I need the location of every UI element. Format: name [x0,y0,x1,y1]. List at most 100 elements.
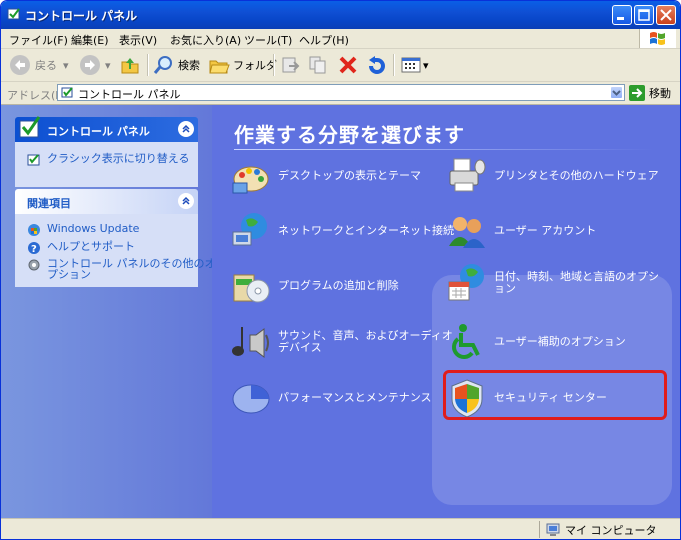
back-arrow-icon [10,55,30,75]
address-value: コントロール パネル [78,88,181,101]
menu-bar: ファイル(F) 編集(E) 表示(V) お気に入り(A) ツール(T) ヘルプ(… [1,29,680,49]
undo-button[interactable] [365,53,387,77]
my-computer-icon [546,523,560,536]
collapse-button[interactable] [178,193,194,209]
switch-classic-view-link[interactable]: クラシック表示に切り替える [27,153,189,167]
menu-tools[interactable]: ツール(T) [244,32,292,48]
delete-icon [339,56,357,74]
category-desktop-themes[interactable]: デスクトップの表示とテーマ [230,155,421,197]
category-printers-hardware[interactable]: プリンタとその他のハードウェア [446,155,659,197]
printer-icon [449,158,486,192]
category-accessibility[interactable]: ユーザー補助のオプション [446,321,626,363]
accessibility-icon [452,324,480,359]
delete-button[interactable] [337,53,359,77]
control-panel-window: コントロール パネル ファイル(F) 編集(E) 表示(V) お気に入り(A) … [0,0,681,540]
views-button[interactable]: ▾ [400,53,429,77]
performance-icon [232,384,270,414]
category-add-remove-programs[interactable]: プログラムの追加と削除 [230,265,399,307]
category-label-line2: デバイス [278,341,322,354]
go-arrow-icon [629,85,645,101]
svg-text:?: ? [31,244,37,255]
category-user-accounts[interactable]: ユーザー アカウント [446,210,596,252]
control-panel-icon [7,8,20,20]
menu-favorites[interactable]: お気に入り(A) [170,32,241,48]
copy-to-button[interactable] [307,53,329,77]
back-button[interactable]: 戻る ▾ [9,53,69,77]
forward-dropdown-icon[interactable]: ▾ [105,59,111,72]
window-title: コントロール パネル [25,9,138,23]
gear-icon [28,259,40,271]
category-performance-maintenance[interactable]: パフォーマンスとメンテナンス [230,377,432,419]
minimize-button[interactable] [612,5,632,25]
toolbar-separator [273,54,275,76]
category-label: パフォーマンスとメンテナンス [278,391,432,404]
collapse-button[interactable] [178,121,194,137]
views-dropdown-icon[interactable]: ▾ [423,59,429,72]
menu-edit[interactable]: 編集(E) [71,32,109,48]
chevron-up-double-icon [182,124,190,133]
category-label: プリンタとその他のハードウェア [494,169,659,182]
control-panel-large-icon [19,116,41,138]
minimize-icon [617,17,624,20]
category-date-time-language[interactable]: 日付、時刻、地域と言語のオプシ ョン [446,262,659,304]
menu-file[interactable]: ファイル(F) [9,32,68,48]
panel-header[interactable]: 関連項目 [15,189,198,214]
category-sound-audio[interactable]: サウンド、音声、およびオーディオ デバイス [230,321,453,363]
sound-icon [232,327,269,358]
toolbar-separator [393,54,395,76]
maximize-icon [638,9,650,21]
menu-help[interactable]: ヘルプ(H) [299,32,349,48]
go-button[interactable]: 移動 [629,85,671,101]
see-also-panel: 関連項目 Windows Update ? ヘルプとサポート コントロール パネ… [15,189,216,287]
move-to-button[interactable] [279,53,301,77]
panel-body: Windows Update ? ヘルプとサポート コントロール パネルのその他… [15,214,216,287]
maximize-button[interactable] [634,5,654,25]
up-folder-button[interactable] [119,53,141,77]
help-icon: ? [28,242,40,255]
other-options-link[interactable]: コントロール パネルのその他のオ プション [27,258,216,280]
link-label: クラシック表示に切り替える [47,152,190,165]
title-bar[interactable]: コントロール パネル [1,1,680,29]
category-label: プログラムの追加と削除 [278,279,399,292]
chevron-up-double-icon [182,196,190,205]
task-pane: コントロール パネル クラシック表示に切り替える 関連項目 Windows Up… [1,105,216,518]
page-heading: 作業する分野を選びます [234,123,465,147]
search-button[interactable]: 検索 [153,53,200,77]
link-label: Windows Update [47,222,140,235]
panel-header[interactable]: コントロール パネル [15,116,198,142]
panel-title: 関連項目 [27,197,71,210]
category-pane: 作業する分野を選びます デスクトップの表示とテーマ プリンタとその他のハードウェ… [212,105,680,518]
windows-logo [639,29,676,48]
close-button[interactable] [656,5,676,25]
up-folder-icon [121,58,139,74]
control-panel-icon [61,87,73,98]
windows-update-icon [28,224,40,236]
forward-button[interactable]: ▾ [79,53,111,77]
menu-view[interactable]: 表示(V) [119,32,157,48]
chevron-down-icon [612,90,621,96]
back-dropdown-icon[interactable]: ▾ [63,59,69,72]
link-label: ヘルプとサポート [47,240,135,253]
classic-view-icon [27,154,40,166]
help-support-link[interactable]: ? ヘルプとサポート [27,241,135,255]
category-label: デスクトップの表示とテーマ [278,169,421,182]
address-bar: アドレス(D) コントロール パネル 移動 [1,82,680,105]
address-field[interactable]: コントロール パネル [57,84,625,101]
category-label-line2: ョン [494,282,516,295]
toolbar: 戻る ▾ ▾ 検索 フォルダ ▾ [1,49,680,82]
content-area: コントロール パネル クラシック表示に切り替える 関連項目 Windows Up… [1,105,680,518]
copy-to-icon [309,56,326,74]
control-panel-task-panel: コントロール パネル クラシック表示に切り替える [15,116,198,187]
address-dropdown-button[interactable] [610,86,623,99]
desktop-theme-icon [232,166,269,194]
panel-title: コントロール パネル [47,125,150,138]
windows-flag-icon [650,32,665,45]
toolbar-separator [147,54,149,76]
windows-update-link[interactable]: Windows Update [27,223,139,237]
folders-button[interactable]: フォルダ [208,53,277,77]
folders-icon [209,60,230,74]
network-icon [232,213,267,246]
add-remove-programs-icon [233,274,270,303]
move-to-icon [282,57,300,73]
category-network-internet[interactable]: ネットワークとインターネット接続 [230,210,454,252]
